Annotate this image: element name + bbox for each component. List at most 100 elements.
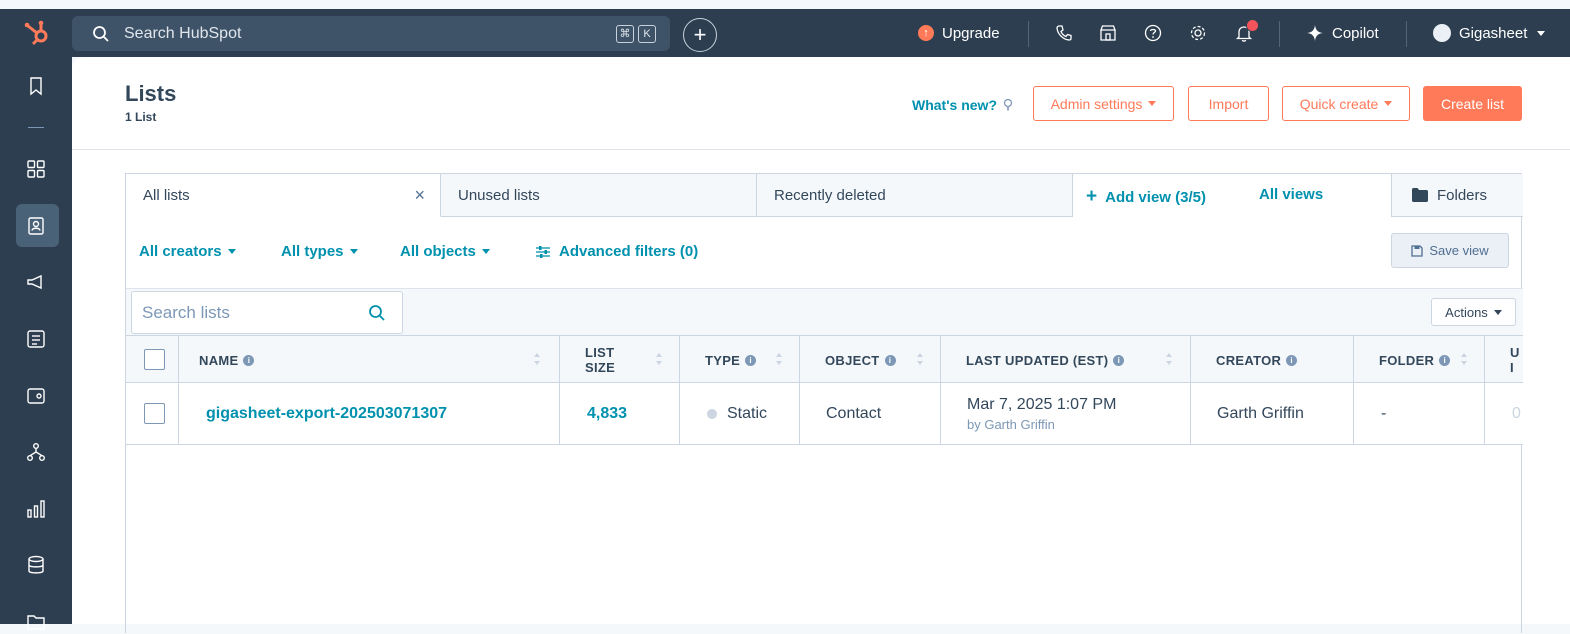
column-object-label: OBJECT <box>825 352 880 368</box>
close-icon[interactable]: × <box>414 186 425 204</box>
column-header-folder[interactable]: FOLDER i <box>1379 336 1451 384</box>
table-row[interactable]: gigasheet-export-202503071307 4,833 Stat… <box>126 383 1523 445</box>
admin-settings-button[interactable]: Admin settings <box>1033 86 1174 121</box>
upgrade-arrow-icon: ↑ <box>918 25 934 41</box>
workspaces-grid-icon[interactable] <box>24 157 48 181</box>
all-objects-filter[interactable]: All objects <box>400 243 490 260</box>
all-types-filter[interactable]: All types <box>281 243 358 260</box>
account-name: Gigasheet <box>1459 24 1528 42</box>
all-views-link[interactable]: All views <box>1259 186 1323 203</box>
info-icon[interactable]: i <box>1113 354 1125 366</box>
help-icon[interactable] <box>1143 23 1163 43</box>
add-view-button[interactable]: + Add view (3/5) <box>1086 186 1206 208</box>
sort-icon[interactable] <box>916 350 924 368</box>
marketplace-icon[interactable] <box>1098 23 1118 43</box>
admin-settings-label: Admin settings <box>1050 95 1143 112</box>
chevron-down-icon <box>349 249 358 254</box>
search-icon <box>93 25 109 42</box>
create-list-button[interactable]: Create list <box>1423 86 1522 121</box>
info-icon[interactable]: i <box>884 354 896 366</box>
global-search-input[interactable]: Search HubSpot ⌘ K <box>72 16 670 51</box>
bookmark-icon[interactable] <box>24 74 48 98</box>
list-type-cell: Static <box>707 383 767 445</box>
global-search-placeholder: Search HubSpot <box>124 24 242 42</box>
chevron-down-icon <box>481 249 490 254</box>
account-menu[interactable]: Gigasheet <box>1433 9 1546 57</box>
copilot-label: Copilot <box>1332 24 1379 42</box>
column-header-last-updated[interactable]: LAST UPDATED (EST) i <box>966 336 1125 384</box>
list-object-cell: Contact <box>826 405 882 422</box>
tab-label: Unused lists <box>458 186 540 204</box>
chevron-down-icon <box>1148 101 1157 106</box>
column-header-object[interactable]: OBJECT i <box>825 336 896 384</box>
search-shortcut: ⌘ K <box>616 24 658 43</box>
sort-icon[interactable] <box>775 350 783 368</box>
updated-by-value: by Garth Griffin <box>967 417 1055 432</box>
marketing-megaphone-icon[interactable] <box>24 270 48 294</box>
copilot-sparkle-icon <box>1307 25 1323 41</box>
advanced-filters-label: Advanced filters (0) <box>559 243 699 260</box>
copilot-button[interactable]: Copilot <box>1306 9 1379 57</box>
phone-icon[interactable] <box>1054 23 1074 43</box>
select-all-checkbox[interactable] <box>144 349 165 370</box>
import-button[interactable]: Import <box>1188 86 1269 121</box>
command-key: ⌘ <box>616 24 634 43</box>
sort-icon[interactable] <box>655 350 663 368</box>
row-checkbox[interactable] <box>144 403 165 424</box>
info-icon[interactable]: i <box>243 354 255 366</box>
tab-label: All lists <box>143 186 190 204</box>
column-header-creator[interactable]: CREATOR i <box>1216 336 1298 384</box>
tab-unused-lists[interactable]: Unused lists <box>441 174 757 217</box>
column-divider <box>1484 335 1485 445</box>
create-list-label: Create list <box>1440 95 1505 112</box>
tab-all-lists[interactable]: All lists × <box>126 174 441 217</box>
library-folder-icon[interactable] <box>24 610 48 634</box>
info-icon[interactable]: i <box>1439 354 1451 366</box>
divider <box>1406 21 1407 47</box>
all-creators-filter[interactable]: All creators <box>139 243 236 260</box>
tab-recently-deleted[interactable]: Recently deleted <box>757 174 1073 217</box>
add-view-label: Add view (3/5) <box>1105 189 1206 206</box>
sort-icon[interactable] <box>533 350 541 368</box>
info-icon[interactable]: i <box>745 354 757 366</box>
column-header-list-size[interactable]: LIST SIZE <box>585 336 615 384</box>
info-icon[interactable]: i <box>1286 354 1298 366</box>
column-list-size-label-2: SIZE <box>585 360 616 375</box>
quick-create-button[interactable]: Quick create <box>1282 86 1410 121</box>
reporting-bar-chart-icon[interactable] <box>24 497 48 521</box>
sort-icon[interactable] <box>1460 350 1468 368</box>
column-header-used-in[interactable]: U I <box>1510 336 1523 384</box>
page-header: Lists 1 List What's new? Admin settings … <box>72 57 1570 150</box>
content-icon[interactable] <box>24 327 48 351</box>
plus-icon: + <box>693 22 707 47</box>
automation-workflow-icon[interactable] <box>24 440 48 464</box>
whats-new-label: What's new? <box>912 97 997 113</box>
search-lists-input[interactable]: Search lists <box>131 291 403 334</box>
list-size-link[interactable]: 4,833 <box>587 383 627 445</box>
save-view-button[interactable]: Save view <box>1391 233 1509 268</box>
hubspot-logo-icon[interactable] <box>22 19 54 47</box>
column-divider <box>679 335 680 445</box>
window-top-strip <box>0 0 1570 9</box>
sort-icon[interactable] <box>1165 350 1173 368</box>
upgrade-label: Upgrade <box>942 24 1000 42</box>
create-new-button[interactable]: + <box>683 18 717 52</box>
upgrade-button[interactable]: ↑ Upgrade <box>918 9 1000 57</box>
column-header-name[interactable]: NAME i <box>199 336 255 384</box>
settings-gear-icon[interactable] <box>1188 23 1208 43</box>
folders-label: Folders <box>1437 186 1488 204</box>
commerce-wallet-icon[interactable] <box>24 384 48 408</box>
advanced-filters-button[interactable]: Advanced filters (0) <box>535 243 698 260</box>
folders-button[interactable]: Folders <box>1391 174 1523 217</box>
column-header-type[interactable]: TYPE i <box>705 336 757 384</box>
column-divider <box>1353 335 1354 445</box>
actions-dropdown[interactable]: Actions <box>1431 298 1516 326</box>
list-name-link[interactable]: gigasheet-export-202503071307 <box>206 383 447 445</box>
sliders-icon <box>536 245 550 258</box>
data-management-database-icon[interactable] <box>24 553 48 577</box>
column-creator-label: CREATOR <box>1216 352 1282 368</box>
table-toolbar: Search lists Actions <box>126 288 1523 336</box>
filter-label: All creators <box>139 243 222 260</box>
contacts-icon[interactable] <box>24 214 48 238</box>
whats-new-link[interactable]: What's new? <box>912 97 1013 113</box>
